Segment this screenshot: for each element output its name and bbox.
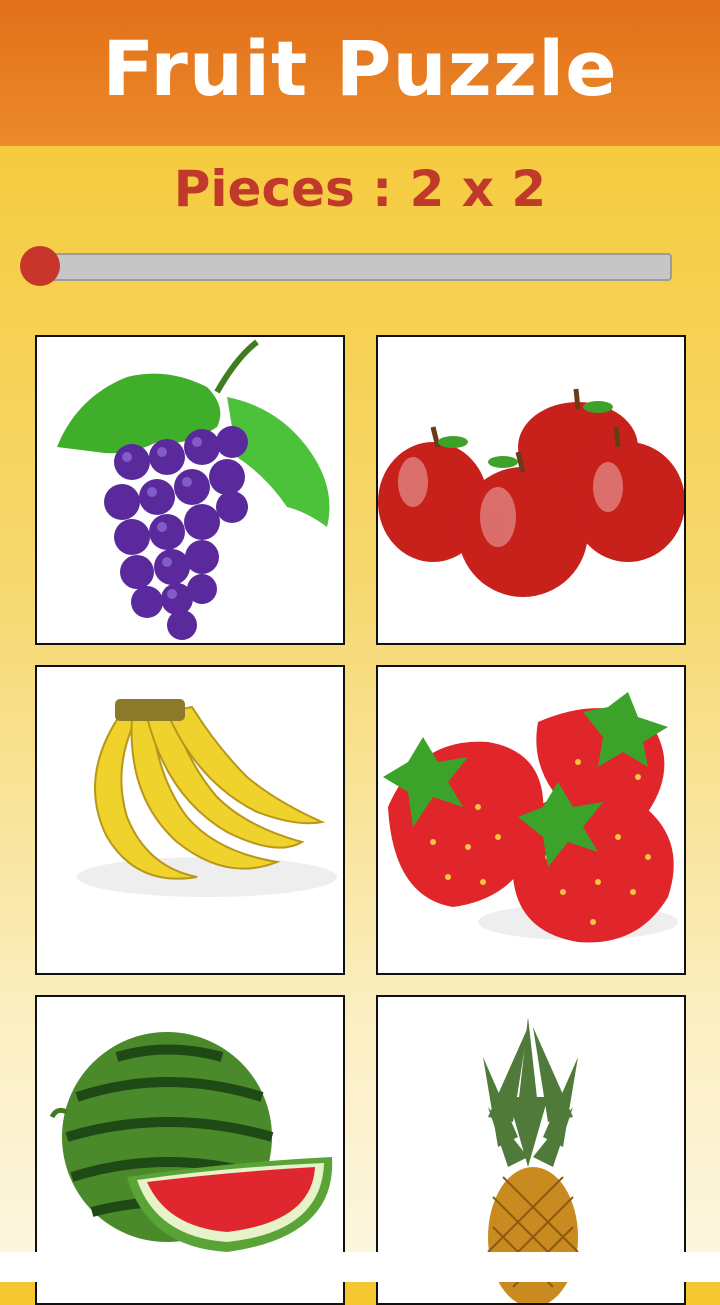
app-header: Fruit Puzzle <box>0 0 720 146</box>
apples-icon <box>378 388 684 597</box>
bananas-tile[interactable] <box>35 665 345 975</box>
grapes-icon <box>57 339 330 640</box>
slider-thumb[interactable] <box>20 246 60 286</box>
slider-track[interactable] <box>40 253 672 281</box>
app-title: Fruit Puzzle <box>102 23 618 113</box>
apples-tile[interactable] <box>376 335 686 645</box>
bottom-bar <box>0 1252 720 1282</box>
pieces-label: Pieces : 2 x 2 <box>173 160 547 218</box>
bananas-icon <box>77 699 337 897</box>
grapes-tile[interactable] <box>35 335 345 645</box>
pieces-slider[interactable] <box>20 246 672 286</box>
strawberries-icon <box>383 692 678 943</box>
strawberries-tile[interactable] <box>376 665 686 975</box>
